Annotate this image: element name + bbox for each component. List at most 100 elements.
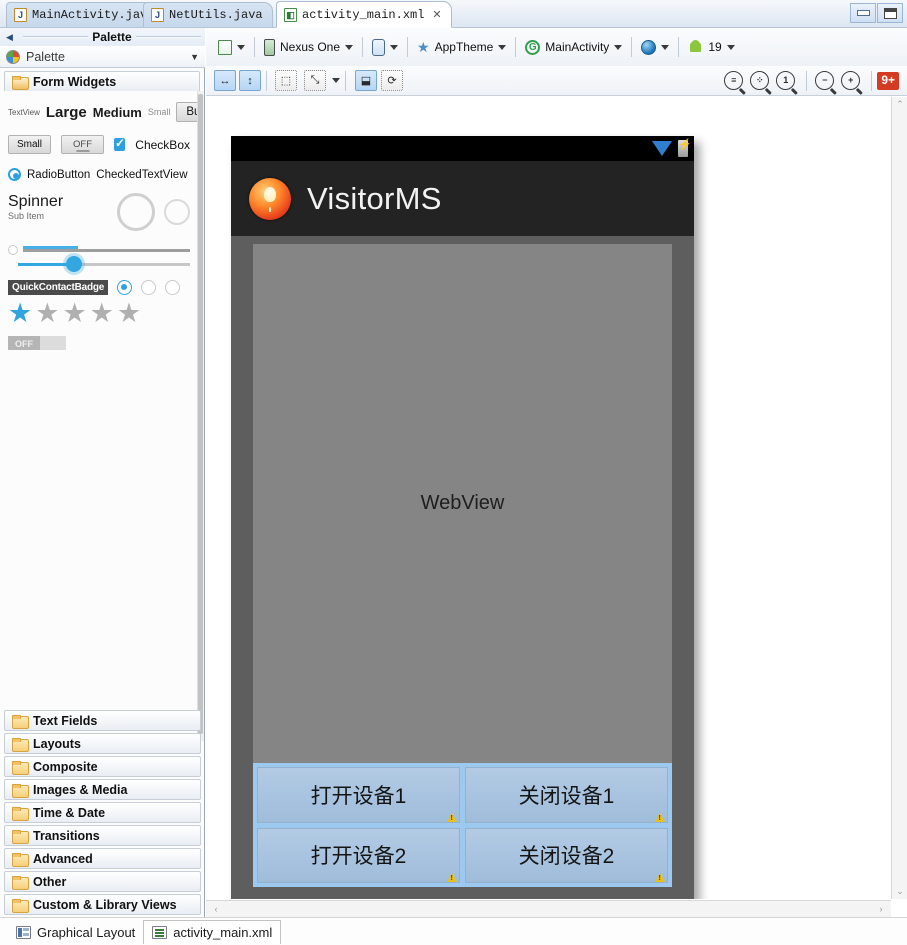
palette-category-other[interactable]: Other (4, 871, 201, 892)
chevron-down-icon[interactable] (332, 78, 340, 83)
palette-category-time-date[interactable]: Time & Date (4, 802, 201, 823)
chevron-down-icon[interactable] (726, 44, 735, 50)
switch-label: OFF (15, 339, 33, 349)
show-included-toggle-button[interactable]: ⬓ (355, 70, 377, 91)
chevron-down-icon[interactable] (614, 44, 623, 50)
scroll-up-icon[interactable]: ⌃ (892, 99, 907, 110)
widget-small-button[interactable]: Small (8, 135, 52, 154)
widget-textview[interactable]: TextView (8, 108, 40, 117)
seekbar-track[interactable] (23, 245, 190, 252)
warning-icon[interactable] (655, 812, 665, 822)
chevron-down-icon[interactable] (237, 44, 245, 50)
chevron-down-icon[interactable]: ▼ (190, 52, 199, 62)
zoom-in-icon[interactable]: + (841, 71, 861, 90)
zoom-out-icon[interactable]: − (815, 71, 835, 90)
layout-canvas[interactable]: VisitorMS WebView 打开设备1 关闭设备1 (206, 97, 907, 899)
chevron-down-icon[interactable] (390, 44, 399, 50)
radio-selected-icon[interactable] (117, 280, 133, 295)
zoom-fit-icon[interactable]: ≡ (724, 71, 744, 90)
button-grid-layout[interactable]: 打开设备1 关闭设备1 打开设备2 (253, 763, 672, 887)
chevron-down-icon[interactable] (345, 44, 354, 50)
toolbar-separator (678, 37, 680, 57)
widget-large-text[interactable]: Large (46, 104, 87, 121)
palette-category-layouts[interactable]: Layouts (4, 733, 201, 754)
tab-xml-source[interactable]: activity_main.xml (143, 920, 282, 944)
zoom-100-icon[interactable]: 1 (776, 71, 796, 90)
widget-checkbox-label[interactable]: CheckBox (135, 138, 190, 152)
warning-icon[interactable] (655, 873, 665, 882)
warning-icon[interactable] (447, 873, 457, 882)
chevron-down-icon[interactable] (661, 44, 670, 50)
palette-category-advanced[interactable]: Advanced (4, 848, 201, 869)
scroll-left-icon[interactable]: ‹ (208, 904, 224, 914)
palette-category-composite[interactable]: Composite (4, 756, 201, 777)
activity-chooser-button[interactable]: G MainActivity (521, 34, 626, 60)
refresh-render-button[interactable]: ⟳ (381, 70, 403, 91)
button-close-device-1[interactable]: 关闭设备1 (465, 767, 668, 823)
checkbox-icon[interactable] (114, 136, 125, 151)
radio-unselected-icon-2[interactable] (165, 280, 181, 295)
scroll-down-icon[interactable]: ⌄ (892, 886, 907, 897)
widget-small-text[interactable]: Small (148, 107, 171, 117)
button-open-device-1[interactable]: 打开设备1 (257, 767, 460, 823)
java-file-icon: J (14, 8, 27, 22)
orientation-chooser-button[interactable] (368, 34, 402, 60)
minimize-view-button[interactable] (850, 3, 876, 23)
palette-category-text-fields[interactable]: Text Fields (4, 710, 201, 731)
maximize-view-button[interactable] (877, 3, 903, 23)
widget-spinner-label[interactable]: Spinner (8, 193, 117, 211)
warning-icon[interactable] (447, 812, 457, 822)
scroll-right-icon[interactable]: › (873, 904, 889, 914)
close-icon[interactable]: ✕ (432, 8, 441, 22)
locale-chooser-button[interactable] (637, 34, 673, 60)
zoom-selection-icon[interactable]: ⁘ (750, 71, 770, 90)
button-open-device-2[interactable]: 打开设备2 (257, 827, 460, 883)
webview-widget[interactable]: WebView (253, 244, 672, 763)
xml-source-icon (152, 926, 168, 939)
palette-category-images-media[interactable]: Images & Media (4, 779, 201, 800)
widget-row-ratingbar[interactable]: ★ ★ ★ ★ ★ (0, 300, 198, 327)
distribute-toggle-button[interactable]: ⤡ (304, 70, 326, 91)
api-level-chooser-button[interactable]: 19 (684, 34, 738, 60)
collapse-arrow-icon[interactable]: ◀ (6, 32, 13, 43)
chevron-down-icon[interactable] (498, 44, 507, 50)
button-close-device-2[interactable]: 关闭设备2 (465, 827, 668, 883)
widget-button[interactable]: Button (176, 102, 198, 122)
radio-button-icon[interactable] (8, 168, 21, 181)
margins-toggle-button[interactable]: ⬚ (275, 70, 297, 91)
palette-category-custom-library-views[interactable]: Custom & Library Views (4, 894, 201, 915)
toggle-height-fill-button[interactable]: ↕ (239, 70, 261, 91)
canvas-inner[interactable]: VisitorMS WebView 打开设备1 关闭设备1 (206, 97, 891, 899)
config-chooser-button[interactable] (214, 34, 249, 60)
editor-tab-activity-main-xml[interactable]: ◧ activity_main.xml ✕ (276, 1, 452, 28)
widget-radiobutton-label[interactable]: RadioButton (27, 169, 90, 181)
palette-group-form-widgets[interactable]: Form Widgets (4, 71, 200, 93)
canvas-vertical-scrollbar[interactable]: ⌃ ⌄ (891, 97, 907, 899)
editor-tab-netutils[interactable]: J NetUtils.java (143, 2, 273, 27)
theme-chooser-button[interactable]: ★ AppTheme (413, 34, 510, 60)
widget-medium-text[interactable]: Medium (93, 105, 142, 120)
palette-scrollbar-thumb[interactable] (198, 94, 203, 734)
palette-category-transitions[interactable]: Transitions (4, 825, 201, 846)
radio-unselected-icon-1[interactable] (141, 280, 157, 295)
widget-checkedtextview-label[interactable]: CheckedTextView (96, 169, 187, 181)
quickcontactbadge-widget[interactable]: QuickContactBadge (8, 280, 109, 295)
canvas-horizontal-scrollbar[interactable]: ‹ › (206, 900, 891, 917)
device-preview-frame[interactable]: VisitorMS WebView 打开设备1 关闭设备1 (231, 136, 694, 899)
widget-toggle-button[interactable]: OFF (61, 135, 105, 154)
editor-tab-mainactivity[interactable]: J MainActivity.java (6, 2, 165, 27)
switch-widget[interactable]: OFF (8, 336, 66, 350)
layout-content-area[interactable]: WebView 打开设备1 关闭设备1 (253, 244, 672, 887)
palette-view-titlebar: ◀ Palette (0, 28, 205, 46)
progress-ring-small-icon[interactable] (164, 199, 190, 225)
category-label: Custom & Library Views (33, 897, 177, 912)
widget-row-radio: RadioButton CheckedTextView (0, 168, 198, 181)
tab-graphical-layout[interactable]: Graphical Layout (8, 920, 143, 944)
folder-icon (12, 829, 29, 844)
slider-thumb[interactable] (62, 253, 85, 275)
warnings-badge[interactable]: 9+ (877, 71, 899, 90)
toggle-width-fill-button[interactable]: ↔ (214, 70, 236, 91)
device-chooser-button[interactable]: Nexus One (260, 34, 357, 60)
progress-ring-icon[interactable] (117, 193, 155, 231)
palette-header[interactable]: Palette ▼ (0, 46, 205, 68)
